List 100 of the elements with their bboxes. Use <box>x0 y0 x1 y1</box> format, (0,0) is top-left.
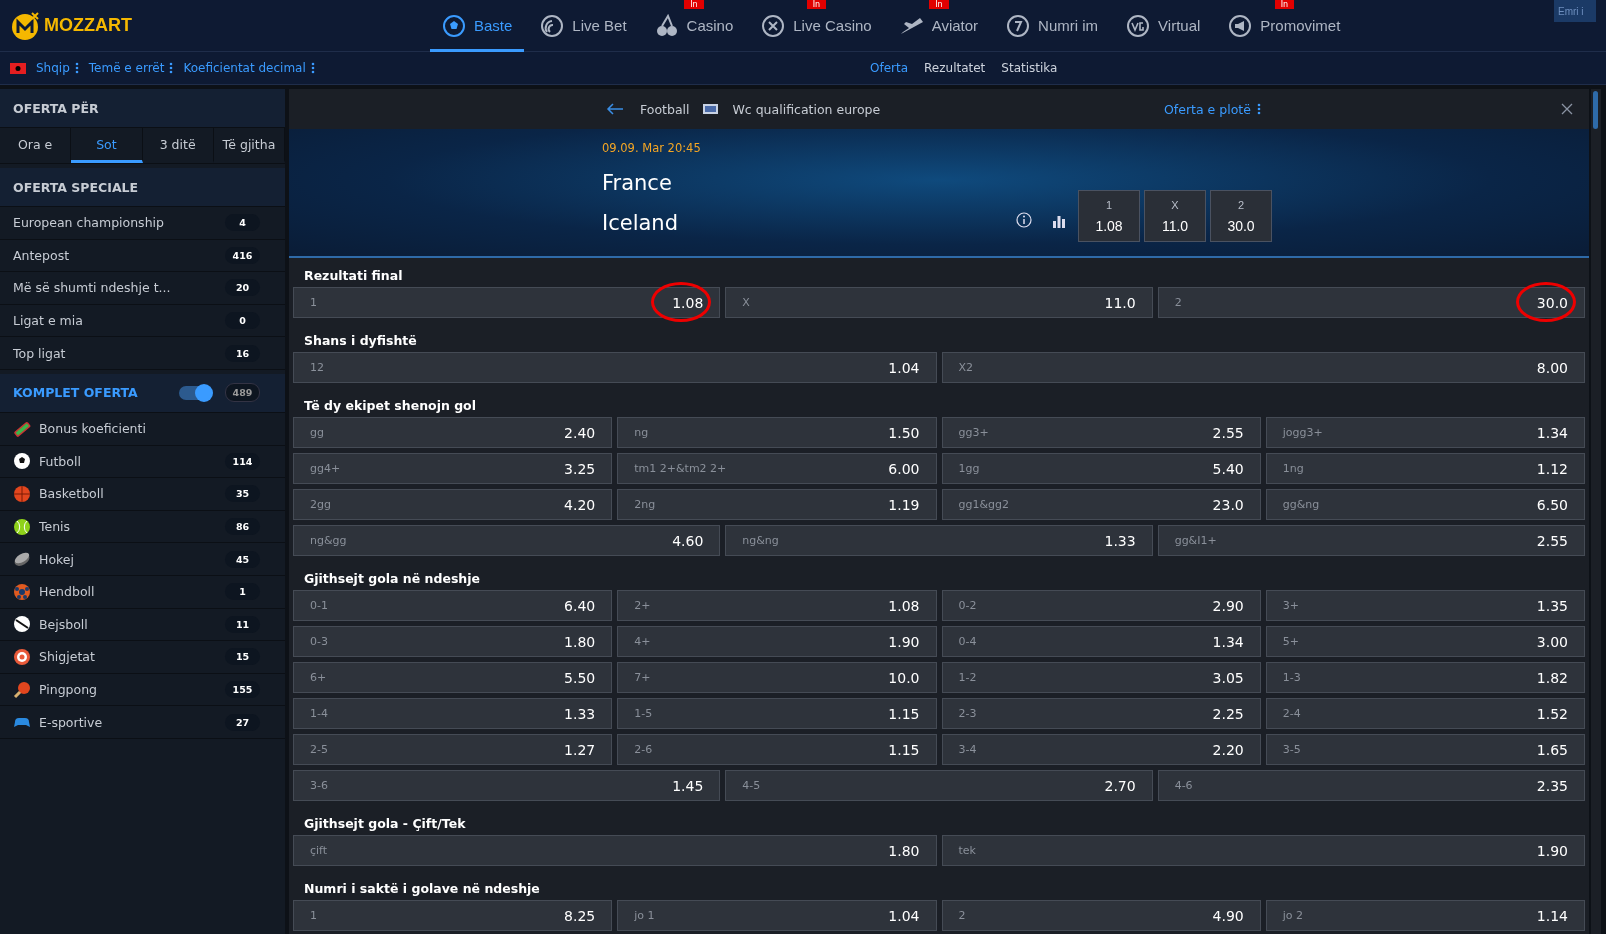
odds-button[interactable]: gg3+ 2.55 <box>941 417 1261 448</box>
odds-button[interactable]: 2ng 1.19 <box>617 489 937 520</box>
period-tab[interactable]: Të gjitha <box>213 128 285 163</box>
sport-item[interactable]: Bonus koeficienti <box>0 412 285 446</box>
odds-button[interactable]: tm1 2+&tm2 2+ 6.00 <box>617 453 937 484</box>
close-button[interactable] <box>1559 101 1575 117</box>
odds-button[interactable]: 3-5 1.65 <box>1265 734 1585 765</box>
handball-icon <box>13 582 31 601</box>
sport-item[interactable]: Basketboll 35 <box>0 478 285 511</box>
odds-button[interactable]: X 11.0 <box>1144 190 1206 242</box>
item-label: Më së shumti ndeshje t... <box>13 280 172 296</box>
odds-button[interactable]: 0-4 1.34 <box>941 626 1261 657</box>
username-field[interactable]: Emri i <box>1554 0 1596 22</box>
odds-button[interactable]: 0-3 1.80 <box>293 626 613 657</box>
scrollbar[interactable] <box>1591 89 1601 934</box>
odds-button[interactable]: 1-3 1.82 <box>1265 662 1585 693</box>
sidebar-item[interactable]: Më së shumti ndeshje t... 20 <box>0 272 285 305</box>
period-tab[interactable]: Sot <box>71 128 143 163</box>
period-tab[interactable]: Ora e <box>0 128 72 163</box>
odds-button[interactable]: 2gg 4.20 <box>293 489 613 520</box>
sport-item[interactable]: Hendboll 1 <box>0 575 285 609</box>
odds-button[interactable]: 2-6 1.15 <box>617 734 937 765</box>
sport-item[interactable]: Shigjetat 15 <box>0 641 285 674</box>
sport-item[interactable]: E-sportive 27 <box>0 706 285 739</box>
nav-tab[interactable]: Live Casino <box>749 8 884 52</box>
nav-tab[interactable]: Aviator <box>887 8 991 52</box>
odds-button[interactable]: 0-2 2.90 <box>941 590 1261 621</box>
odds-button[interactable]: 5+ 3.00 <box>1265 626 1585 657</box>
odds-button[interactable]: 2-5 1.27 <box>293 734 613 765</box>
settings-link[interactable]: Shqip <box>36 61 70 75</box>
odds-button[interactable]: gg4+ 3.25 <box>293 453 613 484</box>
sport-item[interactable]: Pingpong 155 <box>0 673 285 707</box>
odds-button[interactable]: 3+ 1.35 <box>1265 590 1585 621</box>
odds-button[interactable]: jo 1 1.04 <box>617 900 937 931</box>
nav-tab[interactable]: Casino <box>642 8 746 52</box>
odds-button[interactable]: 12 1.04 <box>293 352 937 383</box>
new-badge: In <box>1274 0 1295 9</box>
odds-button[interactable]: 6+ 5.50 <box>293 662 613 693</box>
odds-button[interactable]: 1-4 1.33 <box>293 698 613 729</box>
odds-button[interactable]: 3-4 2.20 <box>941 734 1261 765</box>
odds-button[interactable]: jogg3+ 1.34 <box>1265 417 1585 448</box>
odds-button[interactable]: 1gg 5.40 <box>941 453 1261 484</box>
odds-button[interactable]: 1 1.08 <box>1078 190 1140 242</box>
odds-button[interactable]: 2+ 1.08 <box>617 590 937 621</box>
odds-button[interactable]: tek 1.90 <box>941 835 1585 866</box>
odds-button[interactable]: 0-1 6.40 <box>293 590 613 621</box>
sport-item[interactable]: Tenis 86 <box>0 510 285 544</box>
nav-tab[interactable]: Promovimet <box>1216 8 1353 52</box>
odds-button[interactable]: 1-2 3.05 <box>941 662 1261 693</box>
odds-button[interactable]: 1 8.25 <box>293 900 613 931</box>
odds-button[interactable]: 3-6 1.45 <box>293 770 721 801</box>
breadcrumb-link[interactable]: Football <box>640 101 690 117</box>
odds-button[interactable]: 2-3 2.25 <box>941 698 1261 729</box>
odds-button[interactable]: gg 2.40 <box>293 417 613 448</box>
odds-button[interactable]: 1ng 1.12 <box>1265 453 1585 484</box>
sub-nav-tab[interactable]: Statistika <box>1001 61 1058 75</box>
odds-button[interactable]: X 11.0 <box>725 287 1153 318</box>
sport-label: Hendboll <box>39 584 96 600</box>
odds-button[interactable]: 1-5 1.15 <box>617 698 937 729</box>
sub-nav-tab[interactable]: Rezultatet <box>924 61 986 75</box>
sport-label: Bejsboll <box>39 616 89 632</box>
odds-button[interactable]: X2 8.00 <box>941 352 1585 383</box>
odds-button[interactable]: gg&ng 6.50 <box>1265 489 1585 520</box>
odds-button[interactable]: 4+ 1.90 <box>617 626 937 657</box>
breadcrumb-link[interactable]: Wc qualification europe <box>732 101 881 117</box>
nav-tab[interactable]: Live Bet <box>528 8 639 52</box>
odds-button[interactable]: 7+ 10.0 <box>617 662 937 693</box>
odds-button[interactable]: ng 1.50 <box>617 417 937 448</box>
odds-button[interactable]: 2 30.0 <box>1210 190 1272 242</box>
settings-link[interactable]: Temë e errët <box>88 61 165 75</box>
settings-link[interactable]: Koeficientat decimal <box>183 61 306 75</box>
odds-button[interactable]: 4-5 2.70 <box>725 770 1153 801</box>
back-button[interactable] <box>604 101 626 117</box>
sport-item[interactable]: Futboll 114 <box>0 445 285 479</box>
kebab-icon <box>310 62 315 74</box>
full-offer-link[interactable]: Oferta e plotë <box>1164 101 1251 117</box>
odds-button[interactable]: ng&ng 1.33 <box>725 525 1153 556</box>
period-tab[interactable]: 3 ditë <box>142 128 214 163</box>
section-header: OFERTA PËR <box>0 89 285 128</box>
nav-tab[interactable]: Virtual <box>1114 8 1213 52</box>
sub-nav-tab[interactable]: Oferta <box>870 61 909 75</box>
odds-button[interactable]: ng&gg 4.60 <box>293 525 721 556</box>
odds-button[interactable]: jo 2 1.14 <box>1265 900 1585 931</box>
odds-button[interactable]: 2 4.90 <box>941 900 1261 931</box>
toggle-switch[interactable] <box>179 385 211 400</box>
sidebar-item[interactable]: Top ligat 16 <box>0 337 285 370</box>
sport-label: Tenis <box>39 519 72 535</box>
sport-item[interactable]: Bejsboll 11 <box>0 608 285 642</box>
odds-button[interactable]: çift 1.80 <box>293 835 937 866</box>
nav-tab[interactable]: Numri im <box>994 8 1111 52</box>
sidebar-item[interactable]: Ligat e mia 0 <box>0 304 285 338</box>
scroll-thumb[interactable] <box>1593 91 1598 129</box>
sport-item[interactable]: Hokej 45 <box>0 543 285 576</box>
kebab-icon <box>1256 103 1261 115</box>
odds-button[interactable]: 4-6 2.35 <box>1157 770 1585 801</box>
odds-button[interactable]: gg&I1+ 2.55 <box>1157 525 1585 556</box>
odds-button[interactable]: 2-4 1.52 <box>1265 698 1585 729</box>
sidebar-item[interactable]: Antepost 416 <box>0 239 285 273</box>
sidebar-item[interactable]: European championship 4 <box>0 207 285 240</box>
odds-button[interactable]: gg1&gg2 23.0 <box>941 489 1261 520</box>
